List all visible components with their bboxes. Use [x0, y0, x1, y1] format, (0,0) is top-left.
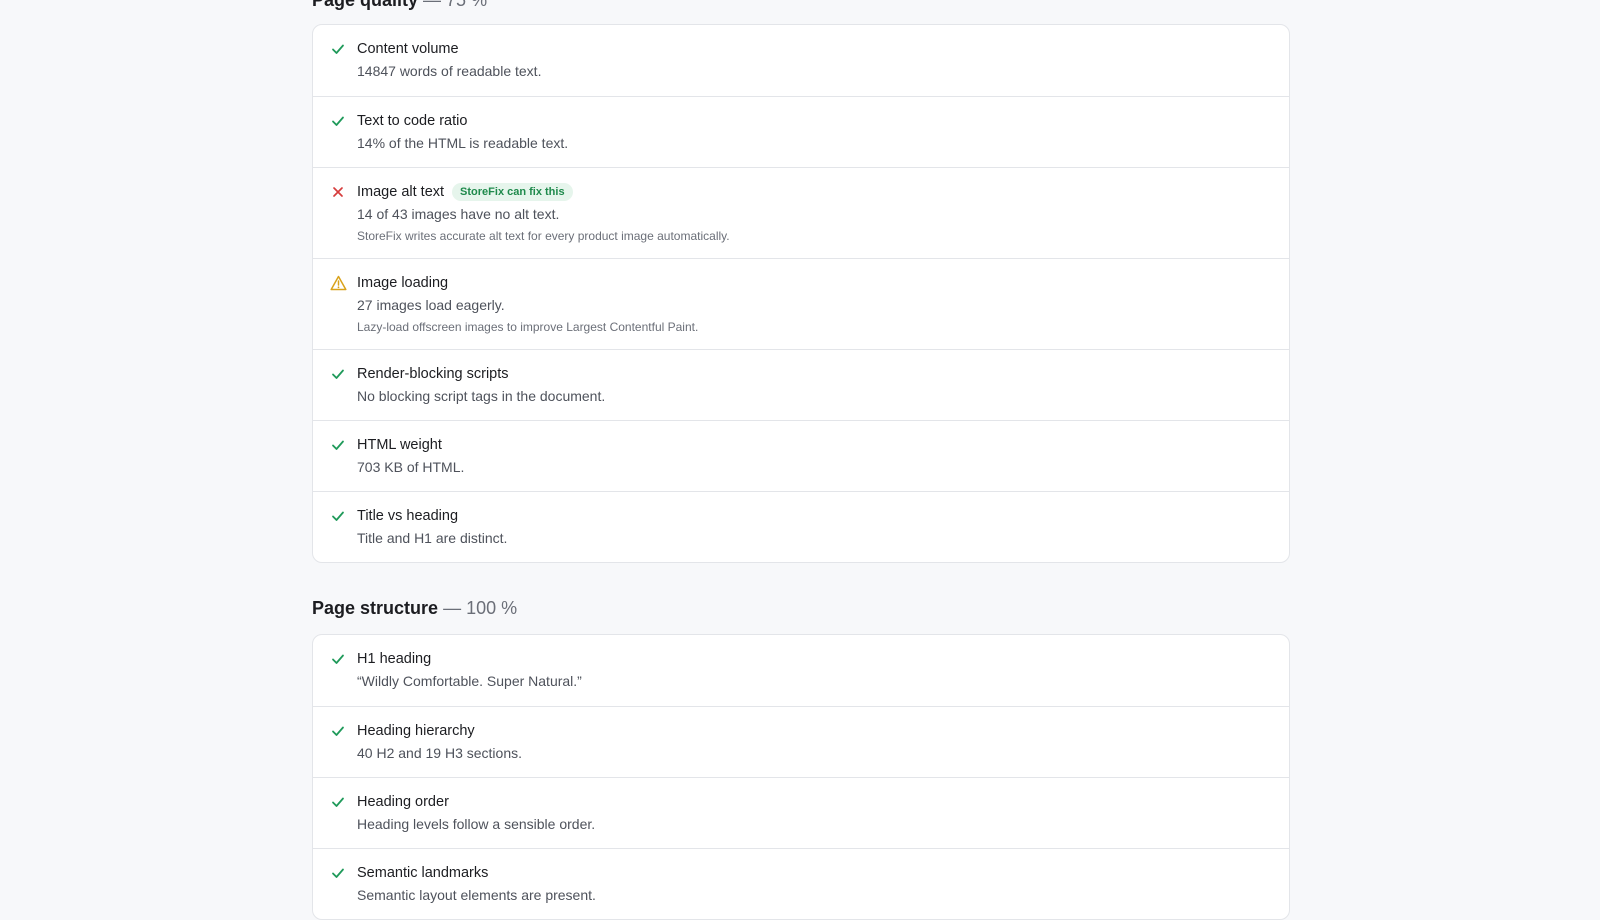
audit-item-description: 14% of the HTML is readable text. [357, 135, 569, 151]
audit-item-label: Heading hierarchy [357, 722, 1269, 740]
audit-item-title: Image alt text [357, 184, 445, 200]
section-score: — 75 % [423, 0, 488, 10]
audit-item-label: Heading order [357, 793, 1269, 811]
audit-item: Heading hierarchy 40 H2 and 19 H3 sectio… [313, 706, 1289, 777]
page-quality-card: Content volume 14847 words of readable t… [312, 24, 1290, 563]
audit-item-description: Heading levels follow a sensible order. [357, 816, 596, 832]
audit-item-label: Title vs heading [357, 507, 1269, 525]
audit-item: Image loading 27 images load eagerly. La… [313, 258, 1289, 349]
audit-item-description: Title and H1 are distinct. [357, 530, 508, 546]
audit-item-title: Heading hierarchy [357, 723, 475, 739]
section-title-text: Page structure [312, 598, 439, 618]
audit-item-description: 40 H2 and 19 H3 sections. [357, 745, 522, 761]
audit-item-label: H1 heading [357, 650, 1269, 668]
check-icon [329, 650, 347, 668]
audit-item-label: Semantic landmarks [357, 864, 1269, 882]
audit-item-description: Semantic layout elements are present. [357, 887, 596, 903]
audit-item-description: “Wildly Comfortable. Super Natural.” [357, 673, 582, 689]
audit-item-title: Semantic landmarks [357, 865, 489, 881]
check-icon [329, 722, 347, 740]
section-page-structure: Page structure — 100 % [312, 594, 1288, 622]
section-title: Page structure — 100 % [312, 594, 1288, 622]
audit-item-title: Heading order [357, 794, 449, 810]
audit-item: Heading order Heading levels follow a se… [313, 777, 1289, 848]
audit-item: Text to code ratio 14% of the HTML is re… [313, 96, 1289, 167]
storefix-badge: StoreFix can fix this [452, 183, 573, 201]
audit-item-title: Image loading [357, 275, 449, 291]
section-page-quality: Page quality — 75 % [312, 0, 1288, 14]
audit-item-label: Image loading [357, 274, 1269, 292]
check-icon [329, 436, 347, 454]
audit-item-title: Render-blocking scripts [357, 366, 509, 382]
audit-item-description: 14847 words of readable text. [357, 63, 542, 79]
audit-item-hint: Lazy-load offscreen images to improve La… [357, 320, 699, 334]
audit-item: Render-blocking scripts No blocking scri… [313, 349, 1289, 420]
audit-item-hint: StoreFix writes accurate alt text for ev… [357, 229, 730, 243]
check-icon [329, 112, 347, 130]
section-title: Page quality — 75 % [312, 0, 1288, 14]
audit-item-title: Title vs heading [357, 508, 459, 524]
check-icon [329, 793, 347, 811]
audit-item-title: HTML weight [357, 437, 442, 453]
audit-item-title: Text to code ratio [357, 113, 468, 129]
audit-item-title: Content volume [357, 41, 459, 57]
audit-item-label: Render-blocking scripts [357, 365, 1269, 383]
audit-item-description: 703 KB of HTML. [357, 459, 465, 475]
audit-item-description: 14 of 43 images have no alt text. [357, 206, 560, 222]
check-icon [329, 365, 347, 383]
cross-icon [329, 183, 347, 201]
audit-item-description: No blocking script tags in the document. [357, 388, 606, 404]
section-title-text: Page quality [312, 0, 419, 10]
check-icon [329, 507, 347, 525]
check-icon [329, 864, 347, 882]
audit-item-label: Image alt text StoreFix can fix this [357, 183, 1269, 201]
warning-icon [329, 274, 347, 292]
audit-item: Title vs heading Title and H1 are distin… [313, 491, 1289, 562]
audit-item: HTML weight 703 KB of HTML. [313, 420, 1289, 491]
audit-item: Content volume 14847 words of readable t… [313, 25, 1289, 96]
audit-item-label: HTML weight [357, 436, 1269, 454]
section-score: — 100 % [443, 598, 518, 618]
page-structure-card: H1 heading “Wildly Comfortable. Super Na… [312, 634, 1290, 920]
check-icon [329, 40, 347, 58]
audit-item-label: Content volume [357, 40, 1269, 58]
audit-item-description: 27 images load eagerly. [357, 297, 505, 313]
audit-item-label: Text to code ratio [357, 112, 1269, 130]
audit-item: Image alt text StoreFix can fix this 14 … [313, 167, 1289, 258]
audit-item-title: H1 heading [357, 651, 432, 667]
audit-item: Semantic landmarks Semantic layout eleme… [313, 848, 1289, 919]
audit-item: H1 heading “Wildly Comfortable. Super Na… [313, 635, 1289, 706]
